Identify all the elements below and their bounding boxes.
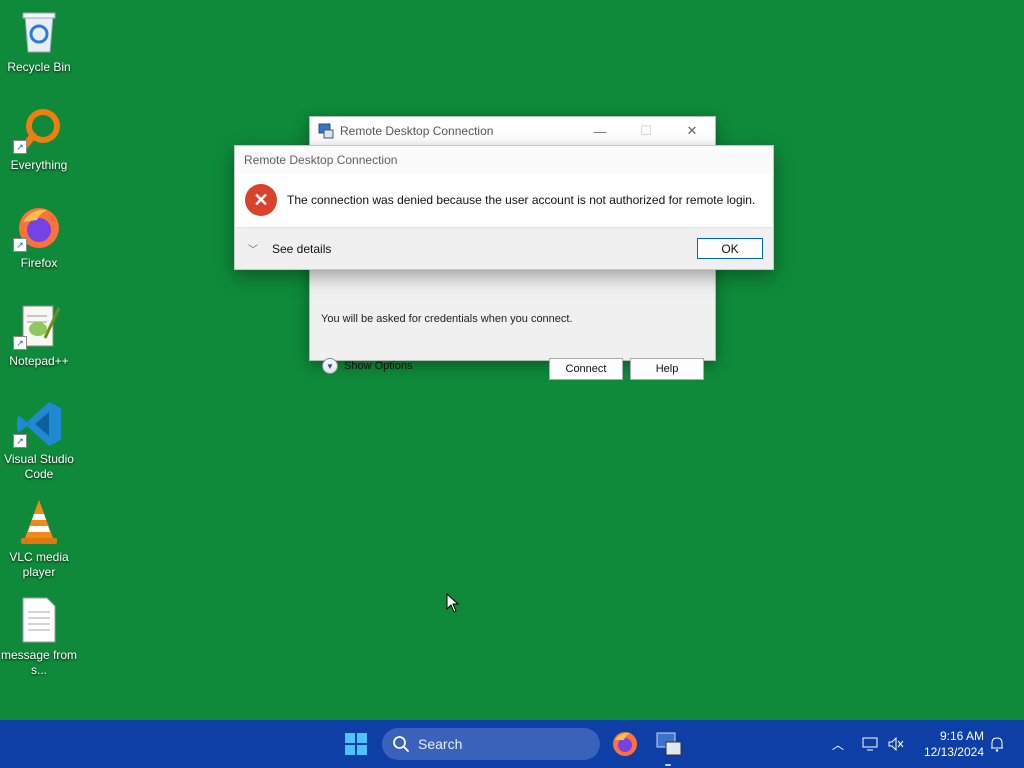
notification-bell-icon[interactable] (987, 734, 1007, 754)
credentials-note: You will be asked for credentials when y… (321, 313, 573, 325)
shortcut-arrow-icon: ↗ (13, 140, 27, 154)
help-button[interactable]: Help (630, 358, 704, 380)
desktop-icon-label: Recycle Bin (7, 60, 71, 74)
firefox-icon (613, 732, 637, 756)
remote-desktop-icon (656, 732, 682, 756)
start-button[interactable] (344, 732, 368, 756)
shortcut-arrow-icon: ↗ (13, 238, 27, 252)
error-message-row: ✕ The connection was denied because the … (235, 174, 773, 226)
error-dialog-footer: ﹀ See details OK (235, 227, 773, 269)
ok-button[interactable]: OK (697, 238, 763, 259)
desktop-icon-recycle-bin[interactable]: Recycle Bin (0, 8, 78, 75)
desktop-icon-vlc[interactable]: VLC media player (0, 498, 78, 580)
desktop-icon-label: Notepad++ (9, 354, 69, 368)
vscode-icon: ↗ (13, 400, 63, 448)
show-options-toggle[interactable]: ▼ Show Options (322, 358, 412, 374)
desktop-icon-vscode[interactable]: ↗ Visual Studio Code (0, 400, 78, 482)
recycle-bin-icon (15, 8, 63, 56)
windows-logo-icon (345, 733, 367, 755)
remote-desktop-icon (318, 123, 334, 139)
chevron-up-icon[interactable]: ︿ (828, 734, 848, 754)
close-icon[interactable]: ✕ (669, 117, 715, 145)
see-details-toggle[interactable]: ﹀ See details (248, 241, 332, 257)
chevron-down-icon: ﹀ (248, 245, 258, 256)
desktop-icon-notepadpp[interactable]: ↗ Notepad++ (0, 302, 78, 369)
desktop-icon-label: Everything (10, 158, 68, 172)
taskbar: Search ︿ 9:16 AM 12/13/2024 (0, 720, 1024, 768)
search-placeholder: Search (418, 736, 463, 752)
desktop-icon-label: Visual Studio Code (4, 452, 74, 481)
chevron-down-icon: ▼ (322, 358, 338, 374)
desktop-icon-message-file[interactable]: message from s... (0, 596, 78, 678)
everything-icon: ↗ (13, 106, 63, 154)
network-icon[interactable] (860, 734, 880, 754)
see-details-label: See details (272, 241, 332, 256)
rdp-window-title: Remote Desktop Connection (340, 124, 494, 138)
desktop-icon-firefox[interactable]: ↗ Firefox (0, 204, 78, 271)
clock-time: 9:16 AM (939, 729, 984, 743)
error-message: The connection was denied because the us… (287, 193, 756, 207)
desktop-icon-label: message from s... (0, 648, 78, 677)
taskbar-firefox-button[interactable] (611, 730, 639, 758)
error-dialog-title[interactable]: Remote Desktop Connection (235, 146, 773, 174)
taskbar-remote-desktop-button[interactable] (655, 730, 683, 758)
clock-date: 12/13/2024 (923, 745, 984, 759)
desktop-icon-label: VLC media player (9, 550, 69, 579)
desktop-icon-everything[interactable]: ↗ Everything (0, 106, 78, 173)
shortcut-arrow-icon: ↗ (13, 434, 27, 448)
text-file-icon (15, 596, 63, 644)
desktop-icon-label: Firefox (20, 256, 58, 270)
taskbar-clock[interactable]: 9:16 AM 12/13/2024 (912, 728, 984, 760)
shortcut-arrow-icon: ↗ (13, 336, 27, 350)
search-icon (392, 735, 410, 753)
rdp-titlebar[interactable]: Remote Desktop Connection — ☐ ✕ (310, 117, 715, 145)
show-options-label: Show Options (344, 360, 413, 372)
active-app-indicator (665, 764, 671, 766)
minimize-icon[interactable]: — (577, 117, 623, 145)
firefox-icon: ↗ (13, 204, 63, 252)
vlc-cone-icon (15, 498, 63, 546)
error-icon: ✕ (245, 184, 277, 216)
error-dialog: Remote Desktop Connection ✕ The connecti… (234, 145, 774, 270)
notepadpp-icon: ↗ (13, 302, 63, 350)
maximize-icon[interactable]: ☐ (623, 117, 669, 145)
mouse-cursor-icon (446, 592, 460, 613)
taskbar-search-box[interactable]: Search (382, 728, 600, 760)
connect-button[interactable]: Connect (549, 358, 623, 380)
volume-muted-icon[interactable] (886, 734, 906, 754)
